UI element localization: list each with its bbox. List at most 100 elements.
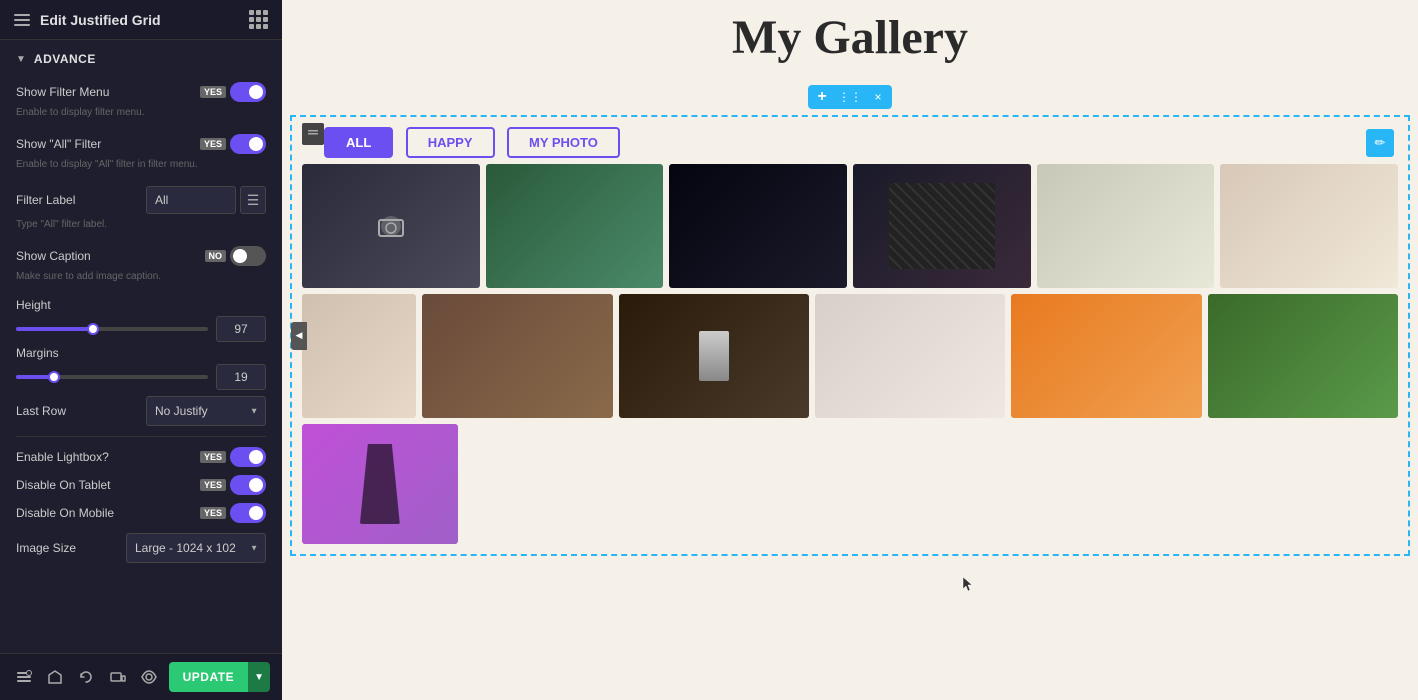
gallery-widget-container: ◀ ALL HAPPY MY PHOTO ✏ — [290, 115, 1410, 556]
height-label: Height — [16, 298, 51, 312]
last-row-row: Last Row No Justify Justify Hide ▼ — [16, 396, 266, 426]
disable-mobile-toggle-wrapper: YES — [200, 503, 266, 523]
enable-lightbox-slider — [230, 447, 266, 467]
filter-label-desc: Type "All" filter label. — [16, 218, 266, 232]
gallery-item-3 — [669, 164, 847, 288]
gallery-item-6 — [1220, 164, 1398, 288]
show-caption-slider — [230, 246, 266, 266]
filter-tabs-container: ALL HAPPY MY PHOTO ✏ — [292, 117, 1408, 164]
undo-icon-btn[interactable] — [75, 663, 98, 691]
show-all-filter-label: Show "All" Filter — [16, 137, 101, 151]
show-caption-label: Show Caption — [16, 249, 91, 263]
disable-mobile-toggle[interactable] — [230, 503, 266, 523]
show-all-filter-slider — [230, 134, 266, 154]
collapse-handle[interactable]: ◀ — [291, 322, 307, 350]
update-dropdown-btn[interactable]: ▼ — [248, 662, 270, 692]
elements-icon-btn[interactable] — [43, 663, 66, 691]
last-row-label: Last Row — [16, 404, 66, 418]
show-all-filter-yes-label: YES — [200, 138, 226, 150]
height-slider-row — [16, 316, 266, 342]
filter-tab-myphoto[interactable]: MY PHOTO — [507, 127, 620, 158]
widget-controls-bar: + ⋮⋮ × — [808, 85, 892, 109]
widget-add-btn[interactable]: + — [808, 85, 836, 109]
show-filter-menu-slider — [230, 82, 266, 102]
enable-lightbox-toggle-wrapper: YES — [200, 447, 266, 467]
filter-tab-happy[interactable]: HAPPY — [406, 127, 495, 158]
disable-mobile-yes-label: YES — [200, 507, 226, 519]
show-filter-menu-label: Show Filter Menu — [16, 85, 109, 99]
gallery-item-2 — [486, 164, 664, 288]
filter-tabs-row: ALL HAPPY MY PHOTO — [324, 127, 620, 158]
gallery-item-10 — [815, 294, 1005, 418]
panel-header: Edit Justified Grid — [0, 0, 282, 40]
show-caption-no-label: NO — [205, 250, 227, 262]
show-filter-menu-toggle-wrapper: YES — [200, 82, 266, 102]
margins-label: Margins — [16, 346, 59, 360]
enable-lightbox-yes-label: YES — [200, 451, 226, 463]
filter-tab-all[interactable]: ALL — [324, 127, 393, 158]
show-all-filter-toggle-wrapper: YES — [200, 134, 266, 154]
bottom-toolbar: UPDATE ▼ — [0, 653, 282, 700]
gallery-item-7 — [302, 294, 416, 418]
widget-delete-btn[interactable]: × — [864, 85, 892, 109]
filter-label-icon-btn[interactable]: ☰ — [240, 186, 266, 214]
disable-mobile-label: Disable On Mobile — [16, 506, 114, 520]
responsive-icon-btn[interactable] — [106, 663, 129, 691]
gallery-item-9 — [619, 294, 809, 418]
show-filter-menu-toggle[interactable] — [230, 82, 266, 102]
last-row-select-wrapper: No Justify Justify Hide ▼ — [146, 396, 266, 426]
preview-icon-btn[interactable] — [137, 663, 160, 691]
gallery-item-5 — [1037, 164, 1215, 288]
filter-label-input[interactable] — [146, 186, 236, 214]
gallery-item-4 — [853, 164, 1031, 288]
margins-slider-track[interactable] — [16, 375, 208, 379]
gallery-title: My Gallery — [282, 0, 1418, 85]
image-size-select[interactable]: Large - 1024 x 102 Medium Thumbnail Full — [126, 533, 266, 563]
gallery-item-8 — [422, 294, 612, 418]
gallery-empty-space — [464, 424, 1398, 544]
widget-move-btn[interactable]: ⋮⋮ — [836, 85, 864, 109]
disable-tablet-toggle[interactable] — [230, 475, 266, 495]
section-header-advance[interactable]: ▼ Advance — [16, 52, 266, 66]
show-filter-menu-row: Show Filter Menu YES — [16, 82, 266, 102]
layers-icon-btn[interactable] — [12, 663, 35, 691]
section-title: Advance — [34, 52, 96, 66]
show-filter-menu-yes-label: YES — [200, 86, 226, 98]
hamburger-icon[interactable] — [14, 14, 30, 26]
enable-lightbox-row: Enable Lightbox? YES — [16, 447, 266, 467]
show-caption-toggle[interactable] — [230, 246, 266, 266]
height-row: Height — [16, 298, 266, 312]
image-size-select-wrapper: Large - 1024 x 102 Medium Thumbnail Full — [126, 533, 266, 563]
panel-title: Edit Justified Grid — [40, 12, 161, 28]
chevron-icon: ▼ — [16, 54, 26, 65]
gallery-item-11 — [1011, 294, 1201, 418]
show-all-filter-row: Show "All" Filter YES — [16, 134, 266, 154]
disable-tablet-row: Disable On Tablet YES — [16, 475, 266, 495]
filter-label-row: Filter Label ☰ — [16, 186, 266, 214]
image-size-label: Image Size — [16, 541, 76, 555]
filter-label-label: Filter Label — [16, 193, 75, 207]
update-button-group: UPDATE ▼ — [169, 662, 270, 692]
disable-tablet-toggle-wrapper: YES — [200, 475, 266, 495]
height-value-input[interactable] — [216, 316, 266, 342]
show-caption-desc: Make sure to add image caption. — [16, 270, 266, 284]
margins-value-input[interactable] — [216, 364, 266, 390]
height-slider-track[interactable] — [16, 327, 208, 331]
gallery-item-12 — [1208, 294, 1398, 418]
gallery-row-1 — [292, 164, 1408, 294]
show-caption-toggle-wrapper: NO — [205, 246, 267, 266]
margins-slider-row — [16, 364, 266, 390]
grid-icon[interactable] — [249, 10, 268, 29]
filter-edit-btn[interactable]: ✏ — [1366, 129, 1394, 157]
gallery-item-1 — [302, 164, 480, 288]
margins-row: Margins — [16, 346, 266, 360]
enable-lightbox-label: Enable Lightbox? — [16, 450, 109, 464]
resize-handle[interactable] — [302, 123, 324, 145]
last-row-select[interactable]: No Justify Justify Hide — [146, 396, 266, 426]
update-button[interactable]: UPDATE — [169, 662, 248, 692]
left-panel: Edit Justified Grid ▼ Advance Show Filte… — [0, 0, 282, 700]
enable-lightbox-toggle[interactable] — [230, 447, 266, 467]
show-all-filter-toggle[interactable] — [230, 134, 266, 154]
filter-label-input-group: ☰ — [146, 186, 266, 214]
disable-tablet-yes-label: YES — [200, 479, 226, 491]
